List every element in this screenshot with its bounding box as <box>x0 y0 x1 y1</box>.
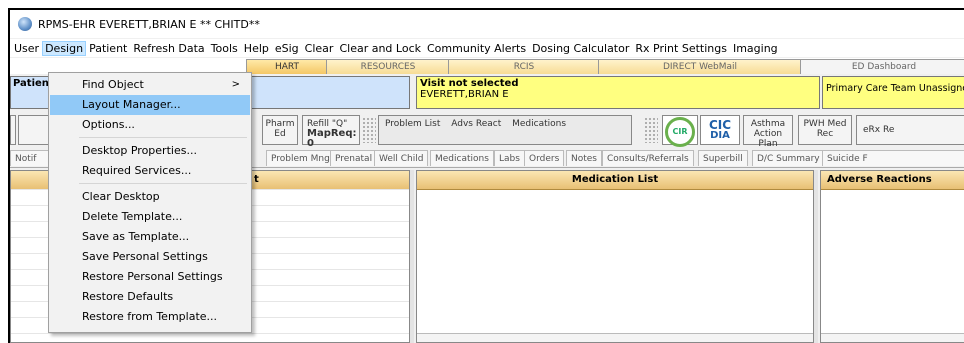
subtab-well-child[interactable]: Well Child <box>374 150 429 166</box>
menu-tools[interactable]: Tools <box>208 42 241 55</box>
subtab-notes[interactable]: Notes <box>566 150 602 166</box>
medication-list-header: Medication List <box>417 171 813 190</box>
menu-item-save-personal-settings[interactable]: Save Personal Settings <box>50 247 250 267</box>
visit-title: Visit not selected <box>420 78 519 89</box>
medication-list-pane: Medication List <box>416 170 814 343</box>
menu-help[interactable]: Help <box>241 42 272 55</box>
subtab-notifications[interactable]: Notif <box>10 150 50 166</box>
menu-clear-and-lock[interactable]: Clear and Lock <box>336 42 424 55</box>
right-splitter[interactable] <box>814 170 818 343</box>
subtab-consults-referrals[interactable]: Consults/Referrals <box>602 150 694 166</box>
care-team-box[interactable]: Primary Care Team Unassigned <box>822 76 964 109</box>
left-splitter[interactable] <box>410 170 414 343</box>
mapreq-label: MapReq: 0 <box>307 128 357 149</box>
visit-box[interactable]: Visit not selected EVERETT,BRIAN E <box>416 76 820 109</box>
menu-item-save-as-template[interactable]: Save as Template... <box>50 227 250 247</box>
problem-list-panel[interactable]: Problem List Advs React Medications <box>378 115 632 145</box>
subtab-labs[interactable]: Labs <box>494 150 525 166</box>
pharm-ed-button[interactable]: Pharm Ed <box>262 115 298 145</box>
menu-item-find-object[interactable]: Find Object > <box>50 75 250 95</box>
tab-chart[interactable]: HART <box>246 59 328 74</box>
menu-item-restore-personal-settings[interactable]: Restore Personal Settings <box>50 267 250 287</box>
menu-rx-print-settings[interactable]: Rx Print Settings <box>632 42 730 55</box>
menu-user[interactable]: User <box>11 42 42 55</box>
menu-item-required-services[interactable]: Required Services... <box>50 161 250 181</box>
menu-clear[interactable]: Clear <box>302 42 337 55</box>
find-object-label: Find Object <box>82 78 144 91</box>
menu-item-restore-from-template[interactable]: Restore from Template... <box>50 307 250 327</box>
menu-imaging[interactable]: Imaging <box>730 42 781 55</box>
menu-item-desktop-properties[interactable]: Desktop Properties... <box>50 141 250 161</box>
refill-button[interactable]: Refill "Q" MapReq: 0 <box>302 115 360 149</box>
menu-patient[interactable]: Patient <box>86 42 130 55</box>
patient-label: Patien <box>13 78 49 89</box>
advs-react-tab[interactable]: Advs React <box>451 119 501 129</box>
menu-item-layout-manager[interactable]: Layout Manager... <box>50 95 250 115</box>
menu-item-delete-template[interactable]: Delete Template... <box>50 207 250 227</box>
tab-rcis[interactable]: RCIS <box>448 59 600 74</box>
menu-item-restore-defaults[interactable]: Restore Defaults <box>50 287 250 307</box>
patient-label-box[interactable]: Patien <box>10 76 50 109</box>
title-bar: RPMS-EHR EVERETT,BRIAN E ** CHITD** <box>10 10 964 38</box>
cir-button[interactable]: CIR <box>662 115 698 147</box>
erx-button[interactable]: eRx Re <box>856 115 964 145</box>
adverse-reactions-header: Adverse Reactions <box>821 171 964 190</box>
pwh-med-rec-button[interactable]: PWH Med Rec <box>798 115 852 145</box>
menu-item-options[interactable]: Options... <box>50 115 250 135</box>
menu-refresh-data[interactable]: Refresh Data <box>130 42 207 55</box>
toolbar-left-handle[interactable] <box>10 115 16 145</box>
subtab-dc-summary[interactable]: D/C Summary <box>752 150 825 166</box>
care-team: Primary Care Team Unassigned <box>826 83 964 94</box>
adverse-reactions-pane: Adverse Reactions <box>820 170 964 343</box>
asthma-action-plan-button[interactable]: Asthma Action Plan <box>743 115 793 149</box>
toolbar-dots-2 <box>644 117 658 143</box>
patient-detail-box[interactable] <box>250 76 410 109</box>
visit-patient: EVERETT,BRIAN E <box>420 89 509 100</box>
window-title: RPMS-EHR EVERETT,BRIAN E ** CHITD** <box>38 17 260 31</box>
menu-esig[interactable]: eSig <box>272 42 302 55</box>
menu-design[interactable]: Design <box>42 40 87 56</box>
tab-direct-webmail[interactable]: DIRECT WebMail <box>598 59 802 74</box>
toolbar-dots <box>362 117 376 143</box>
cir-icon: CIR <box>665 117 695 147</box>
medications-tab[interactable]: Medications <box>512 119 566 129</box>
design-menu-dropdown: Find Object > Layout Manager... Options.… <box>48 72 252 333</box>
subtab-prenatal[interactable]: Prenatal <box>330 150 378 166</box>
toolbar-left-button[interactable] <box>18 115 50 145</box>
menu-bar: User Design Patient Refresh Data Tools H… <box>10 39 964 57</box>
menu-item-clear-desktop[interactable]: Clear Desktop <box>50 187 250 207</box>
menu-separator <box>79 137 247 138</box>
submenu-arrow-icon: > <box>231 79 240 90</box>
menu-community-alerts[interactable]: Community Alerts <box>424 42 529 55</box>
tab-resources[interactable]: RESOURCES <box>326 59 450 74</box>
dia-label: DIA <box>710 130 730 141</box>
subtab-superbill[interactable]: Superbill <box>698 150 748 166</box>
tab-ed-dashboard[interactable]: ED Dashboard <box>800 59 964 74</box>
subtab-suicide-form[interactable]: Suicide F <box>822 150 964 166</box>
subtab-problem-mngt[interactable]: Problem Mngt <box>266 150 339 166</box>
menu-separator <box>79 183 247 184</box>
problem-list-tab[interactable]: Problem List <box>385 119 440 129</box>
cic-button[interactable]: CIC DIA <box>700 115 740 145</box>
subtab-orders[interactable]: Orders <box>524 150 565 166</box>
menu-dosing-calculator[interactable]: Dosing Calculator <box>529 42 632 55</box>
subtab-medications[interactable]: Medications <box>430 150 494 166</box>
app-globe-icon <box>18 17 32 31</box>
